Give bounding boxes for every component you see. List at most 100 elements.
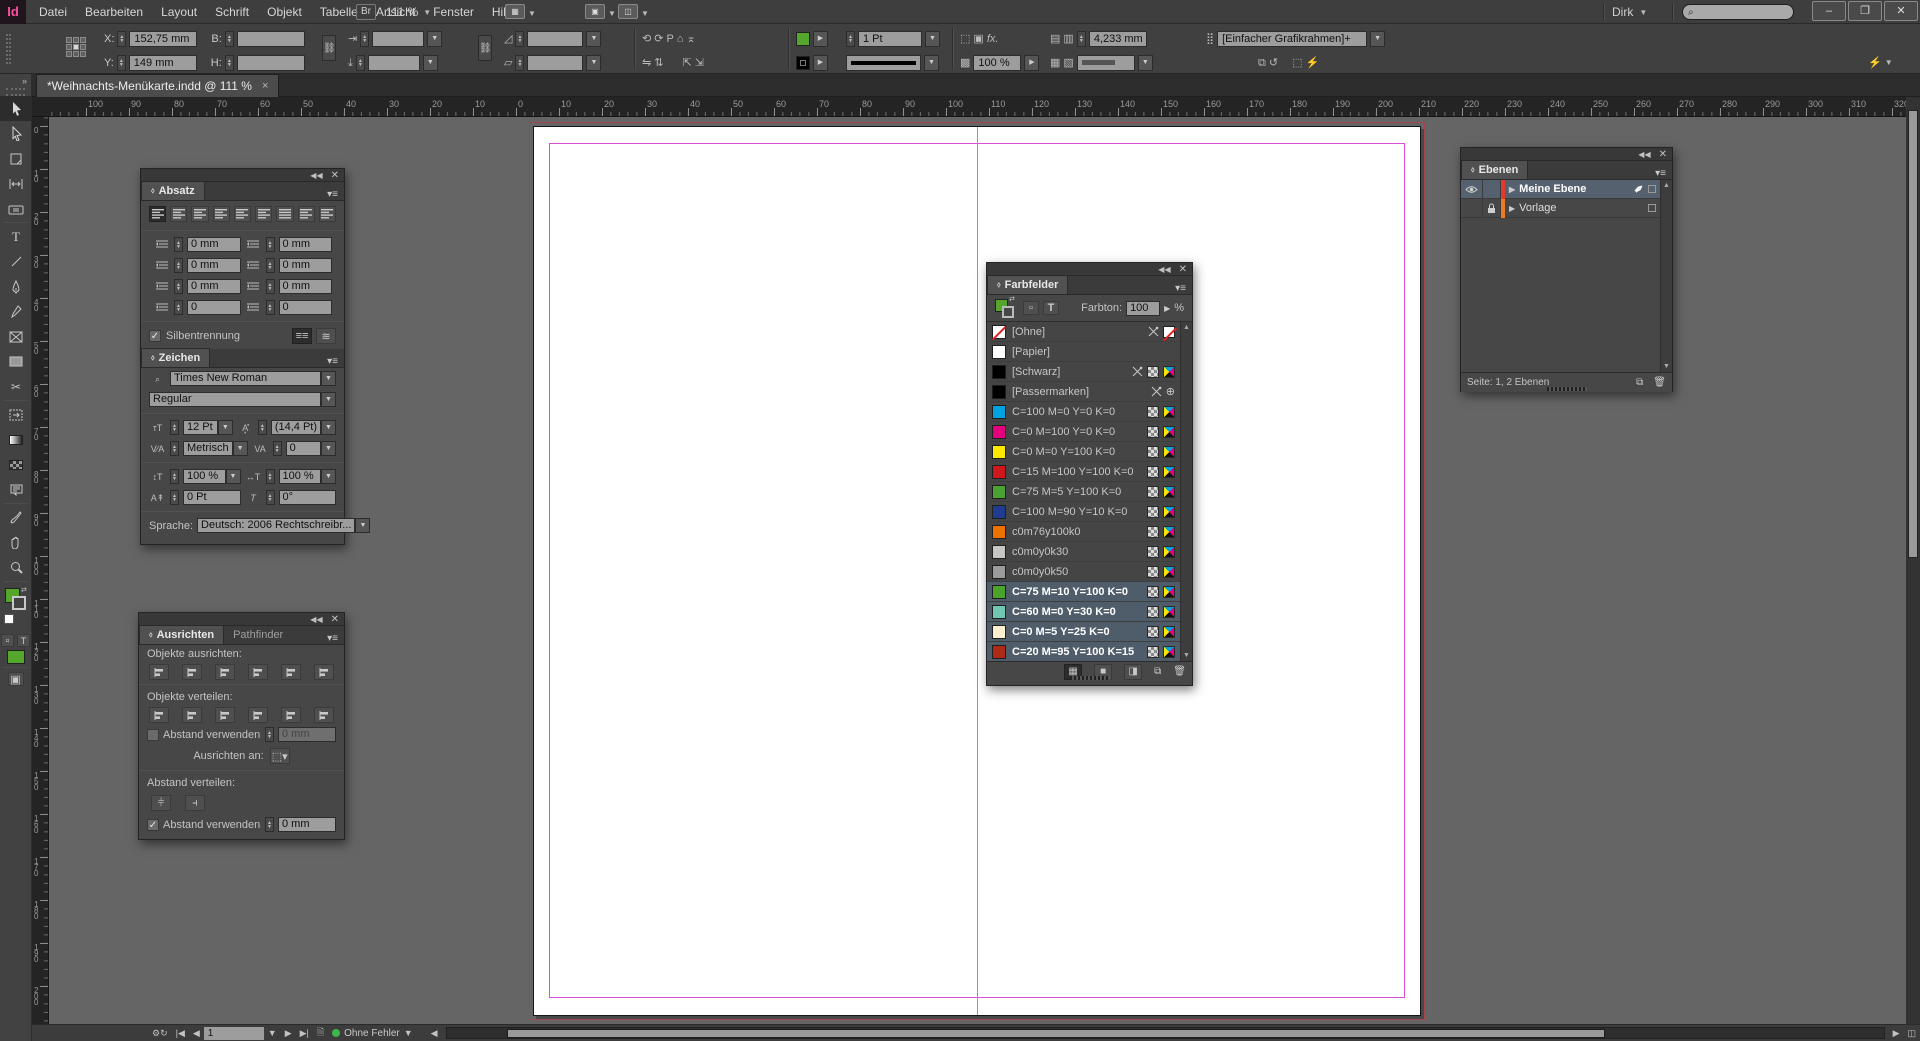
tool-direct-selection[interactable] [0,121,32,146]
width-field[interactable] [237,31,305,47]
show-gradient-swatches-icon[interactable]: ◨ [1124,664,1142,680]
tool-type[interactable]: T [0,224,32,249]
swatch-row[interactable]: C=15 M=100 Y=100 K=0 [987,462,1180,482]
shear-stepper[interactable]: ▲▼ [515,55,524,71]
tint-field[interactable]: 100 [1126,301,1160,316]
x-field[interactable]: 152,75 mm [129,31,197,47]
panel-resize-grip[interactable] [1547,387,1587,391]
chevron-down-icon[interactable]: ▼ [1885,58,1893,67]
leading-select[interactable]: (14,4 Pt)▼ [271,420,336,435]
layer-select-box[interactable] [1648,204,1656,212]
tool-note[interactable] [0,477,32,502]
left-indent-field[interactable]: 0 mm [187,237,241,252]
collapse-panel-icon[interactable]: ◀◀ [310,171,322,180]
horizontal-scrollbar[interactable] [446,1027,1885,1039]
formatting-affects-container-icon[interactable]: ▫ [1023,301,1039,315]
minimize-button[interactable]: – [1812,1,1846,21]
split-window-icon[interactable]: ◫ [1907,1028,1916,1039]
tool-content-collector[interactable] [0,196,32,221]
skew-stepper[interactable]: ▲▼ [266,490,275,505]
vertical-scrollbar-thumb[interactable] [1908,110,1918,558]
tool-hand[interactable] [0,530,32,555]
layers-scrollbar[interactable]: ▲▼ [1660,180,1672,372]
flip-horizontal-icon[interactable]: ⇋ [642,55,651,71]
reference-point-proxy[interactable] [66,37,86,57]
swatch-row[interactable]: C=60 M=0 Y=30 K=0 [987,602,1180,622]
y-stepper[interactable]: ▲▼ [117,55,126,71]
horizontal-ruler[interactable]: 1009080706050403020100102030405060708090… [32,97,1906,117]
tab-ausrichten[interactable]: ⬨Ausrichten [139,625,224,644]
swatch-row[interactable]: c0m0y0k50 [987,562,1180,582]
distribute-right-edges-button[interactable] [314,707,334,723]
page-number-field[interactable]: 1 [204,1027,264,1040]
chevron-down-icon[interactable]: ▼ [528,9,536,18]
distribute-horizontal-space-icon[interactable]: ⫞ [185,795,205,811]
layer-select-box[interactable] [1648,185,1656,193]
layer-row[interactable]: ▶Meine Ebene✒ [1461,180,1660,199]
tool-pen[interactable] [0,274,32,299]
swatch-row[interactable]: C=0 M=5 Y=25 K=0 [987,622,1180,642]
collapse-panel-icon[interactable]: ◀◀ [310,615,322,624]
menu-layout[interactable]: Layout [152,0,206,24]
formatting-affects-text-icon[interactable]: T [1043,301,1059,315]
chevron-down-icon[interactable]: ▼ [586,55,601,71]
formatting-affects-container-icon[interactable]: ▫ [1,634,14,647]
flip-vertical-icon[interactable]: ⇅ [654,55,663,71]
screen-mode-button[interactable]: ▣ [8,672,24,686]
align-left-button[interactable] [149,206,166,222]
redefine-style-icon[interactable]: ↺ [1269,55,1278,71]
layer-expand-icon[interactable]: ▶ [1509,204,1515,213]
scroll-right-icon[interactable]: ▶ [1893,1028,1900,1039]
corner-radius-field[interactable]: 4,233 mm [1089,31,1147,47]
restore-button[interactable]: ❐ [1848,1,1882,21]
rotate-ccw-icon[interactable]: ⟲ [642,31,651,47]
fill-stroke-proxy[interactable]: ⇄ [995,297,1019,319]
tool-frame[interactable] [0,324,32,349]
panel-grip[interactable] [6,88,25,96]
swatch-row[interactable]: C=0 M=100 Y=0 K=0 [987,422,1180,442]
wrap-jump-icon[interactable]: ▦ [1050,55,1060,71]
panel-menu-icon[interactable]: ▾≡ [321,633,344,644]
chevron-down-icon[interactable]: ▼ [427,31,442,47]
scale-x-field[interactable] [372,31,424,47]
new-layer-icon[interactable]: ⧉ [1636,377,1643,388]
distribute-horizontal-centers-button[interactable] [281,707,301,723]
drop-cap-lines-field[interactable]: 0 [187,300,241,315]
chevron-down-icon[interactable]: ▼ [268,1028,277,1038]
swatch-row[interactable]: C=100 M=90 Y=10 K=0 [987,502,1180,522]
tool-free-transform[interactable] [0,402,32,427]
wrap-none-icon[interactable]: ▤ [1050,31,1060,47]
previous-page-icon[interactable]: ◀ [193,1028,200,1039]
preflight-status-text[interactable]: Ohne Fehler [344,1028,400,1039]
workspace-switcher[interactable]: Dirk ▼ [1612,0,1647,24]
tool-scissors[interactable]: ✂ [0,374,32,399]
swatch-row[interactable]: [Schwarz] [987,362,1180,382]
left-indent-stepper[interactable]: ▲▼ [174,237,183,252]
width-stepper[interactable]: ▲▼ [225,31,234,47]
close-panel-icon[interactable]: ✕ [331,170,339,181]
vertical-scrollbar[interactable] [1906,97,1920,1024]
close-panel-icon[interactable]: ✕ [1659,149,1667,160]
tint-slider-icon[interactable]: ▶ [1164,304,1170,313]
span-columns-icon[interactable]: ≡≡ [292,328,312,344]
tool-gradient[interactable] [0,427,32,452]
scale-y-stepper[interactable]: ▲▼ [356,55,365,71]
swatch-row[interactable]: C=100 M=0 Y=0 K=0 [987,402,1180,422]
tool-gradient-feather[interactable] [0,452,32,477]
x-stepper[interactable]: ▲▼ [117,31,126,47]
formatting-affects-text-icon[interactable]: T [17,634,30,647]
auto-fit-icon[interactable]: ⚡ [1305,55,1319,71]
rotate-90-icon[interactable]: P [666,31,673,47]
vertical-scale-stepper[interactable]: ▲▼ [170,469,179,484]
tool-gap[interactable] [0,171,32,196]
font-family-select[interactable]: Times New Roman ▼ [170,371,336,386]
distribute-vertical-space-icon[interactable]: ⫩ [151,795,171,811]
tracking-select[interactable]: 0▼ [286,441,336,456]
scale-x-stepper[interactable]: ▲▼ [360,31,369,47]
chevron-down-icon[interactable]: ▼ [404,1028,413,1038]
swatch-row[interactable]: c0m76y100k0 [987,522,1180,542]
tab-zeichen[interactable]: ⬨Zeichen [141,348,210,367]
effects-icon[interactable]: fx. [987,31,999,47]
rotate-cw-icon[interactable]: ⟳ [654,31,663,47]
chevron-down-icon[interactable]: ▼ [1370,31,1385,47]
